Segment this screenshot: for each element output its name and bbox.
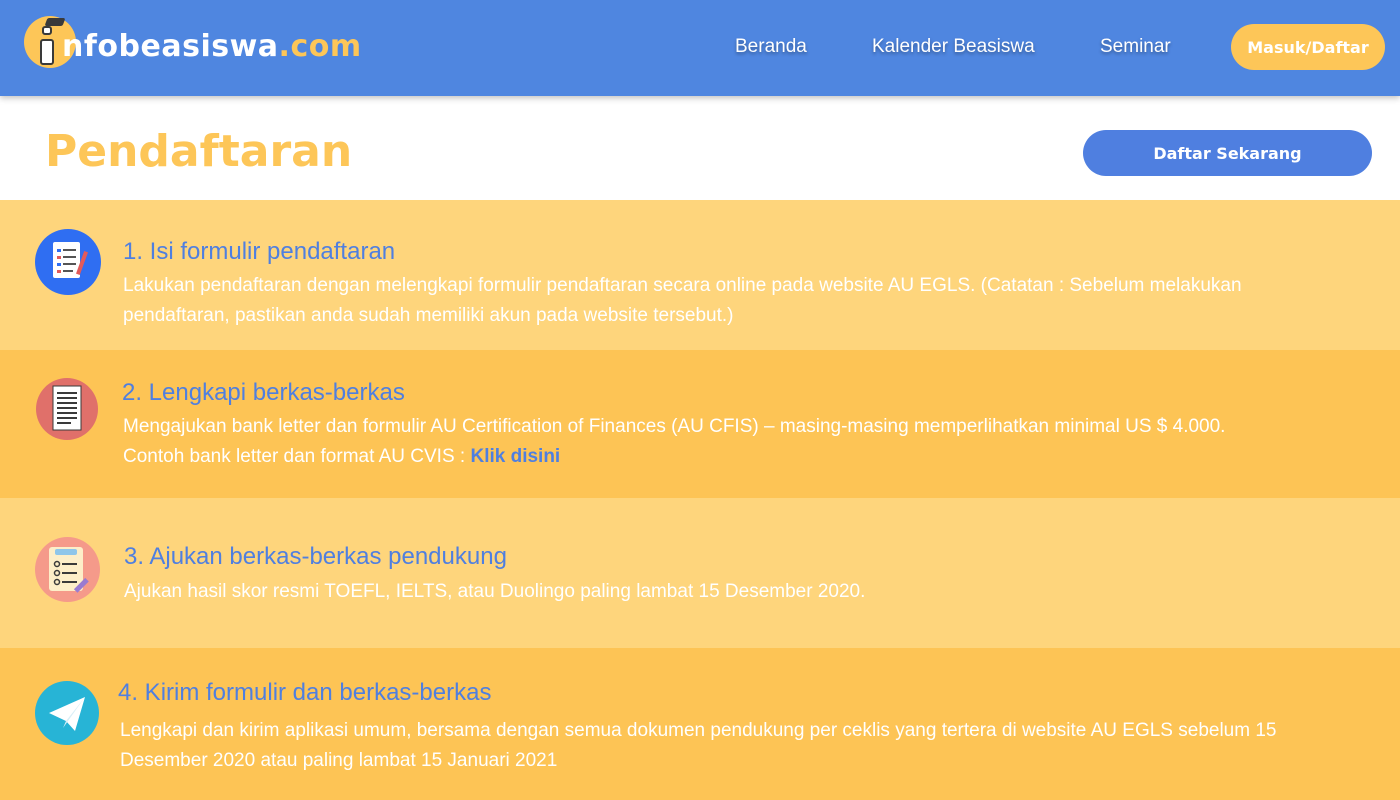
step-3: 3. Ajukan berkas-berkas pendukung Ajukan… [0,498,1400,648]
top-navbar: nfobeasiswa.com Beranda Kalender Beasisw… [0,0,1400,96]
step-2: 2. Lengkapi berkas-berkas Mengajukan ban… [0,350,1400,498]
logo-i-icon [40,26,54,65]
step-1-description: Lakukan pendaftaran dengan melengkapi fo… [123,275,1242,326]
step-3-description: Ajukan hasil skor resmi TOEFL, IELTS, at… [124,581,866,602]
paper-plane-icon [35,681,99,745]
graduation-cap-icon [44,18,66,26]
register-now-button[interactable]: Daftar Sekarang [1083,130,1372,176]
step-2-description: Mengajukan bank letter dan formulir AU C… [123,412,1243,472]
brand-name: nfobeasiswa.com [62,29,362,64]
form-icon [35,229,101,295]
step-4-title: 4. Kirim formulir dan berkas-berkas [118,679,492,706]
checklist-icon [35,537,100,602]
nav-seminar[interactable]: Seminar [1100,36,1171,58]
document-icon [36,378,98,440]
step-3-title: 3. Ajukan berkas-berkas pendukung [124,543,507,570]
step-2-title: 2. Lengkapi berkas-berkas [122,379,405,406]
step-4: 4. Kirim formulir dan berkas-berkas Leng… [0,648,1400,800]
step-2-link[interactable]: Klik disini [470,446,560,467]
step-2-description-text: Mengajukan bank letter dan formulir AU C… [123,416,1226,467]
nav-beranda[interactable]: Beranda [735,36,807,58]
nav-kalender-beasiswa[interactable]: Kalender Beasiswa [872,36,1035,58]
page-title: Pendaftaran [45,126,353,177]
step-4-description: Lengkapi dan kirim aplikasi umum, bersam… [120,720,1277,771]
brand-name-main: nfobeasiswa [62,29,279,64]
brand-name-domain: .com [278,29,362,64]
login-register-button[interactable]: Masuk/Daftar [1231,24,1385,70]
step-1: 1. Isi formulir pendaftaran Lakukan pend… [0,200,1400,350]
step-1-title: 1. Isi formulir pendaftaran [123,238,396,265]
